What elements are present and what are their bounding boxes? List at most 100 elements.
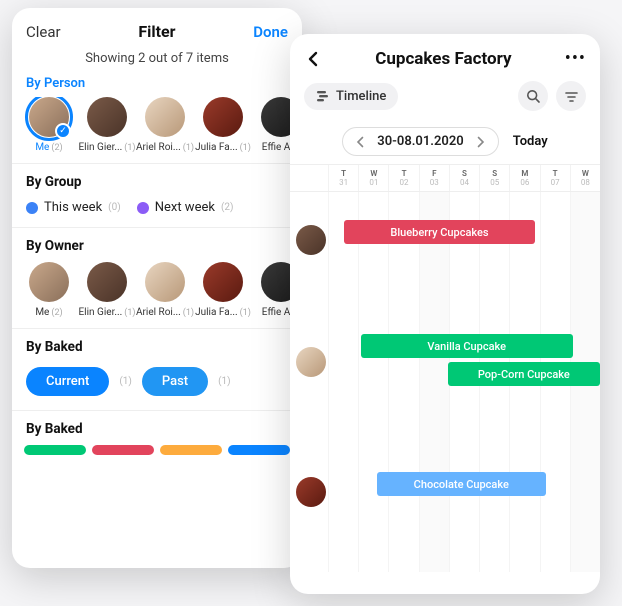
timeline-header: Cupcakes Factory ••• <box>290 34 600 75</box>
avatar-count: (1) <box>183 308 194 318</box>
row-avatar[interactable] <box>296 347 326 377</box>
person-avatar[interactable]: Me(2) <box>24 262 74 318</box>
avatar-image <box>203 262 243 302</box>
person-avatar[interactable]: Ariel Roi...(1) <box>140 97 190 153</box>
row-avatar[interactable] <box>296 477 326 507</box>
done-button[interactable]: Done <box>253 23 288 41</box>
person-avatar[interactable]: Julia Fa...(1) <box>198 97 248 153</box>
avatar-name: Julia Fa... <box>195 142 238 153</box>
avatar-count: (2) <box>51 308 62 318</box>
avatar-image <box>203 97 243 137</box>
avatar-image <box>87 262 127 302</box>
filter-button[interactable] <box>556 81 586 111</box>
day-header: F03 <box>419 165 449 191</box>
color-bar-blue[interactable] <box>228 445 290 455</box>
view-label: Timeline <box>336 89 386 104</box>
day-header: T02 <box>388 165 418 191</box>
timeline-icon <box>316 89 330 103</box>
calendar-body[interactable]: Blueberry Cupcakes Vanilla Cupcake Pop-Cor… <box>290 192 600 572</box>
avatar-name: Elin Gier... <box>78 142 122 153</box>
date-range-selector[interactable]: 30-08.01.2020 <box>342 127 498 156</box>
more-button[interactable]: ••• <box>565 48 586 69</box>
timeline-toolbar: Timeline <box>290 75 600 121</box>
person-avatar[interactable]: ✓ Me(2) <box>24 97 74 153</box>
person-avatar[interactable]: Julia Fa...(1) <box>198 262 248 318</box>
person-row: ✓Me(2)Elin Gier...(1)Ariel Roi...(1)Juli… <box>12 97 302 163</box>
day-header: M06 <box>509 165 539 191</box>
avatar-count: (1) <box>124 143 135 153</box>
group-label: Next week <box>155 200 215 215</box>
group-row: This week(0) Next week (2) <box>12 198 302 227</box>
color-bars <box>12 445 302 461</box>
timeline-row: Blueberry Cupcakes <box>290 210 600 270</box>
timeline-bar[interactable]: Vanilla Cupcake <box>361 334 573 358</box>
check-icon: ✓ <box>55 123 71 139</box>
day-header: S04 <box>449 165 479 191</box>
group-option[interactable]: Next week (2) <box>137 200 234 215</box>
pill-count: (1) <box>119 376 132 387</box>
today-button[interactable]: Today <box>513 134 548 149</box>
baked-pill[interactable]: Current <box>26 367 109 396</box>
timeline-bar[interactable]: Blueberry Cupcakes <box>344 220 534 244</box>
avatar-image <box>87 97 127 137</box>
day-header: T07 <box>540 165 570 191</box>
color-dot-icon <box>26 202 38 214</box>
avatar-image: ✓ <box>29 97 69 137</box>
owner-row: Me(2)Elin Gier...(1)Ariel Roi...(1)Julia… <box>12 262 302 328</box>
next-range-button[interactable] <box>474 135 488 149</box>
chevron-left-icon <box>307 51 319 67</box>
prev-range-button[interactable] <box>353 135 367 149</box>
color-bar-green[interactable] <box>24 445 86 455</box>
date-range-label: 30-08.01.2020 <box>377 134 463 149</box>
avatar-image <box>145 97 185 137</box>
group-count: (0) <box>108 202 121 213</box>
timeline-bar[interactable]: Pop-Corn Cupcake <box>448 362 600 386</box>
person-avatar[interactable]: Elin Gier...(1) <box>82 262 132 318</box>
group-option[interactable]: This week(0) <box>26 200 121 215</box>
view-selector[interactable]: Timeline <box>304 83 398 110</box>
by-baked-label: By Baked <box>12 328 302 363</box>
baked-pills: Current (1) Past (1) <box>12 363 302 410</box>
avatar-count: (2) <box>51 143 62 153</box>
filter-header: Clear Filter Done <box>12 8 302 47</box>
avatar-count: (1) <box>183 143 194 153</box>
avatar-count: (1) <box>240 143 251 153</box>
color-bar-red[interactable] <box>92 445 154 455</box>
day-header: S05 <box>479 165 509 191</box>
showing-count: Showing 2 out of 7 items <box>12 47 302 76</box>
search-icon <box>526 89 541 104</box>
clear-button[interactable]: Clear <box>26 23 61 41</box>
person-avatar[interactable]: Elin Gier...(1) <box>82 97 132 153</box>
pill-count: (1) <box>218 376 231 387</box>
avatar-name: Ariel Roi... <box>136 307 181 318</box>
filter-panel: Clear Filter Done Showing 2 out of 7 ite… <box>12 8 302 568</box>
search-button[interactable] <box>518 81 548 111</box>
board-title: Cupcakes Factory <box>332 49 555 69</box>
filter-title: Filter <box>138 22 175 41</box>
day-header: W01 <box>358 165 388 191</box>
color-bar-orange[interactable] <box>160 445 222 455</box>
baked-pill[interactable]: Past <box>142 367 208 396</box>
day-header: W08 <box>570 165 600 191</box>
by-baked-label-2: By Baked <box>12 410 302 445</box>
chevron-right-icon <box>476 136 485 148</box>
timeline-row: Vanilla Cupcake Pop-Corn Cupcake <box>290 332 600 392</box>
avatar-name: Julia Fa... <box>195 307 238 318</box>
avatar-count: (1) <box>124 308 135 318</box>
avatar-name: Elin Gier... <box>78 307 122 318</box>
date-bar: 30-08.01.2020 Today <box>290 121 600 164</box>
avatar-image <box>29 262 69 302</box>
calendar: T31W01T02F03S04S05M06T07W08 Blueberry Cu… <box>290 164 600 572</box>
timeline-row: Chocolate Cupcake <box>290 462 600 522</box>
timeline-bar[interactable]: Chocolate Cupcake <box>377 472 546 496</box>
group-count: (2) <box>221 202 234 213</box>
avatar-name: Me <box>35 142 49 153</box>
row-avatar[interactable] <box>296 225 326 255</box>
filter-icon <box>564 89 579 104</box>
by-group-label: By Group <box>12 163 302 198</box>
timeline-panel: Cupcakes Factory ••• Timeline 30-08.01.2… <box>290 34 600 594</box>
back-button[interactable] <box>304 50 322 68</box>
avatar-count: (1) <box>240 308 251 318</box>
color-dot-icon <box>137 202 149 214</box>
person-avatar[interactable]: Ariel Roi...(1) <box>140 262 190 318</box>
